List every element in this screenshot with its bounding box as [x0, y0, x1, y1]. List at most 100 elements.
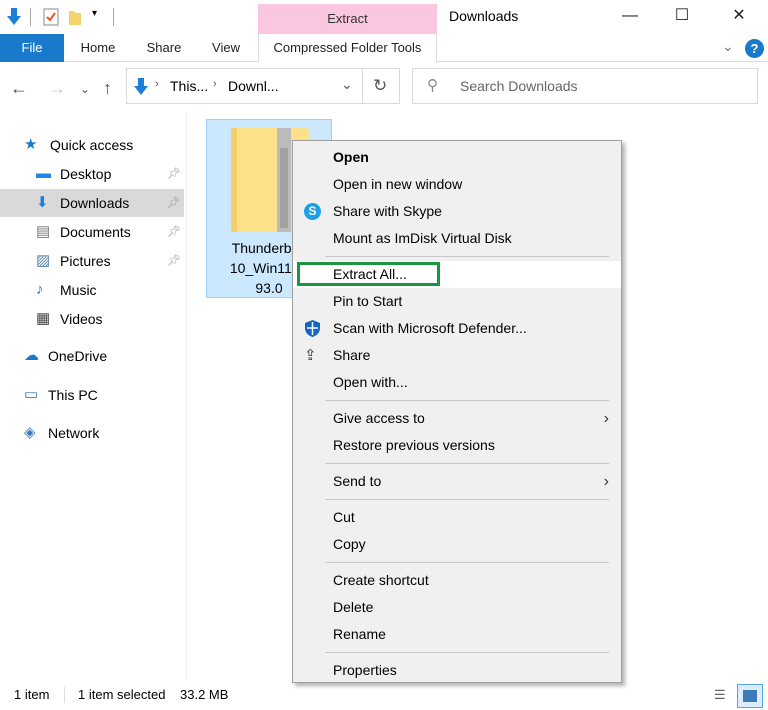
sidebar-item-label: Videos	[60, 311, 103, 327]
pc-icon: ▭	[24, 386, 39, 403]
share-icon: ⇪	[304, 347, 317, 364]
sidebar-item-documents[interactable]: ▤ Documents 📌︎	[0, 218, 184, 246]
help-icon[interactable]: ?	[745, 39, 764, 58]
pin-icon[interactable]: 📌︎	[167, 247, 181, 275]
sidebar-item-music[interactable]: ♪ Music	[0, 276, 184, 304]
properties-icon[interactable]	[43, 8, 59, 26]
menu-item-open-with[interactable]: Open with...	[293, 369, 621, 396]
expand-ribbon-icon[interactable]: ⌄	[722, 38, 734, 55]
forward-button[interactable]: →	[48, 78, 66, 99]
network-icon: ◈	[24, 424, 36, 441]
sidebar-item-onedrive[interactable]: ☁ OneDrive	[0, 342, 184, 370]
menu-item-copy[interactable]: Copy	[293, 531, 621, 558]
menu-item-label: Scan with Microsoft Defender...	[333, 320, 527, 336]
tab-compressed-folder-tools[interactable]: Compressed Folder Tools	[258, 34, 437, 62]
chevron-right-icon: ›	[155, 78, 159, 90]
menu-item-label: Open	[333, 149, 369, 165]
pin-icon[interactable]: 📌︎	[167, 189, 181, 217]
menu-item-create-shortcut[interactable]: Create shortcut	[293, 567, 621, 594]
menu-item-label: Delete	[333, 599, 374, 615]
menu-item-send-to[interactable]: Send to ›	[293, 468, 621, 495]
up-button[interactable]: ↑	[103, 78, 112, 99]
refresh-icon[interactable]: ↻	[373, 76, 387, 96]
sidebar-item-label: Desktop	[60, 166, 112, 182]
videos-icon: ▦	[36, 310, 51, 327]
new-folder-icon[interactable]	[69, 9, 81, 25]
divider	[113, 8, 114, 26]
large-icons-view-icon[interactable]	[737, 684, 763, 708]
search-box[interactable]: ⚲ Search Downloads	[412, 68, 758, 104]
sidebar-item-quick-access[interactable]: ★ Quick access	[0, 131, 184, 159]
sidebar-item-label: This PC	[48, 387, 98, 403]
customize-toolbar-icon[interactable]: ▾	[92, 8, 97, 19]
sidebar-item-label: Documents	[60, 224, 131, 240]
download-icon: ⬇	[36, 194, 49, 211]
breadcrumb-this-pc[interactable]: This...	[170, 78, 208, 94]
menu-item-pin-to-start[interactable]: Pin to Start	[293, 288, 621, 315]
extract-context-tab[interactable]: Extract	[258, 4, 437, 34]
highlight-box	[297, 262, 440, 286]
menu-item-label: Open with...	[333, 374, 408, 390]
menu-item-extract-all[interactable]: Extract All...	[293, 261, 621, 288]
details-view-icon[interactable]: ☰	[714, 680, 726, 710]
tab-share[interactable]: Share	[138, 34, 190, 62]
menu-item-label: Share	[333, 347, 371, 363]
chevron-right-icon: ›	[603, 473, 609, 490]
menu-item-label: Cut	[333, 509, 355, 525]
menu-item-cut[interactable]: Cut	[293, 504, 621, 531]
search-icon: ⚲	[427, 77, 438, 94]
sidebar-item-pictures[interactable]: ▨ Pictures 📌︎	[0, 247, 184, 275]
menu-separator	[325, 256, 609, 257]
menu-separator	[325, 463, 609, 464]
sidebar-item-label: Network	[48, 425, 100, 441]
menu-item-restore-previous-versions[interactable]: Restore previous versions	[293, 432, 621, 459]
breadcrumb-downloads[interactable]: Downl...	[228, 78, 279, 94]
pictures-icon: ▨	[36, 252, 51, 269]
recent-locations-button[interactable]: ⌄	[80, 82, 90, 96]
menu-item-give-access-to[interactable]: Give access to ›	[293, 405, 621, 432]
minimize-button[interactable]: —	[607, 0, 653, 32]
sidebar-item-label: OneDrive	[48, 348, 108, 364]
sidebar-item-downloads[interactable]: ⬇ Downloads 📌︎	[0, 189, 184, 217]
menu-item-label: Send to	[333, 473, 382, 489]
menu-item-mount-as-imdisk-virtual-disk[interactable]: Mount as ImDisk Virtual Disk	[293, 225, 621, 252]
menu-item-label: Rename	[333, 626, 386, 642]
close-button[interactable]: ✕	[716, 0, 762, 32]
menu-separator	[325, 400, 609, 401]
divider	[30, 8, 31, 26]
back-button[interactable]: ←	[10, 78, 28, 99]
chevron-right-icon: ›	[603, 410, 609, 427]
pane-divider[interactable]	[186, 112, 187, 680]
sidebar-item-label: Music	[60, 282, 97, 298]
address-dropdown-icon[interactable]: ⌄	[341, 76, 353, 93]
tab-view[interactable]: View	[202, 34, 250, 62]
menu-item-label: Share with Skype	[333, 203, 442, 219]
pin-icon[interactable]: 📌︎	[167, 218, 181, 246]
download-icon[interactable]	[6, 8, 22, 26]
maximize-button[interactable]: ☐	[659, 0, 705, 32]
search-input[interactable]: Search Downloads	[460, 78, 578, 94]
menu-item-scan-with-microsoft-defender[interactable]: Scan with Microsoft Defender...	[293, 315, 621, 342]
sidebar-item-network[interactable]: ◈ Network	[0, 419, 184, 447]
menu-item-label: Open in new window	[333, 176, 463, 192]
address-bar[interactable]: › This... › Downl... ⌄ ↻	[126, 68, 400, 104]
sidebar-item-this-pc[interactable]: ▭ This PC	[0, 381, 184, 409]
menu-item-delete[interactable]: Delete	[293, 594, 621, 621]
sidebar-item-label: Quick access	[50, 137, 134, 153]
tab-file[interactable]: File	[0, 34, 64, 62]
menu-item-label: Give access to	[333, 410, 425, 426]
music-icon: ♪	[36, 281, 44, 298]
menu-item-share-with-skype[interactable]: S Share with Skype	[293, 198, 621, 225]
menu-item-rename[interactable]: Rename	[293, 621, 621, 648]
sidebar-item-videos[interactable]: ▦ Videos	[0, 305, 184, 333]
menu-item-open[interactable]: Open	[293, 144, 621, 171]
sidebar-item-label: Downloads	[60, 195, 130, 211]
selection-size: 33.2 MB	[180, 687, 229, 702]
menu-item-share[interactable]: ⇪ Share	[293, 342, 621, 369]
tab-home[interactable]: Home	[72, 34, 124, 62]
menu-item-open-in-new-window[interactable]: Open in new window	[293, 171, 621, 198]
pin-icon[interactable]: 📌︎	[167, 160, 181, 188]
sidebar-item-desktop[interactable]: ▬ Desktop 📌︎	[0, 160, 184, 188]
title-bar: ▾ Extract Downloads — ☐ ✕	[0, 0, 768, 34]
status-bar: 1 item 1 item selected 33.2 MB ☰	[0, 680, 768, 710]
